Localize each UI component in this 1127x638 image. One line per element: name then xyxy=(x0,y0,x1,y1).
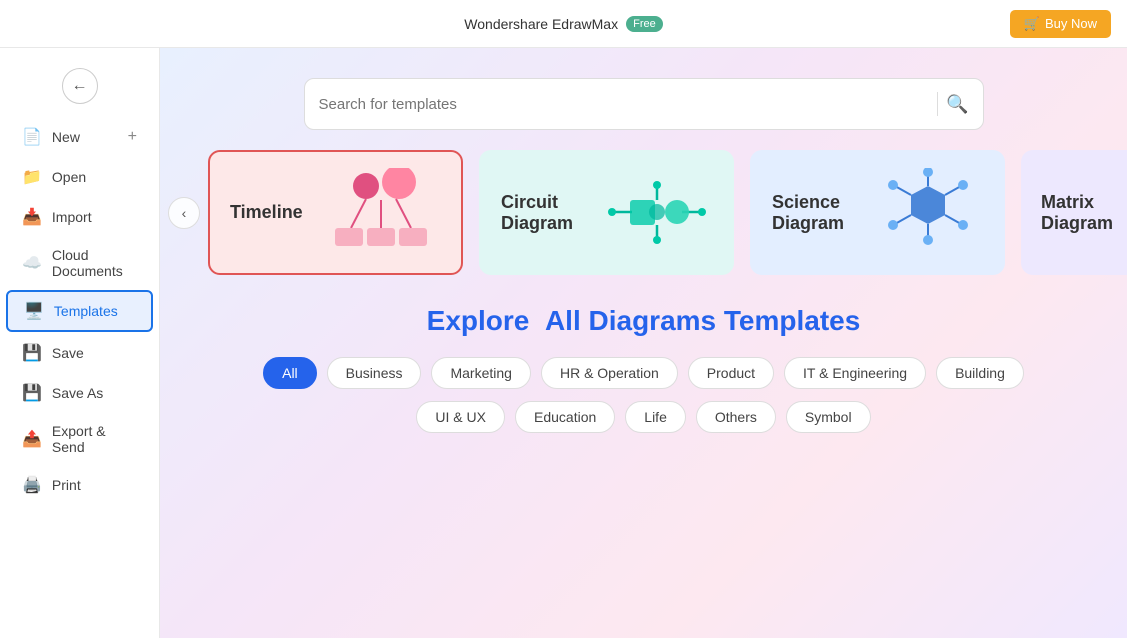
carousel-prev-button[interactable]: ‹ xyxy=(168,197,200,229)
sidebar-item-new-label: New xyxy=(52,129,80,145)
sidebar-item-open-label: Open xyxy=(52,169,86,185)
sidebar-item-export[interactable]: 📤 Export & Send xyxy=(6,414,153,464)
carousel-area: ‹ Timeline xyxy=(160,150,1127,295)
explore-title-highlight: All Diagrams Templates xyxy=(545,305,860,336)
filter-hr[interactable]: HR & Operation xyxy=(541,357,678,389)
filter-building[interactable]: Building xyxy=(936,357,1024,389)
filter-all[interactable]: All xyxy=(263,357,317,389)
sidebar-item-cloud[interactable]: ☁️ Cloud Documents xyxy=(6,238,153,288)
science-card[interactable]: Science Diagram xyxy=(750,150,1005,275)
import-icon: 📥 xyxy=(22,207,42,227)
explore-section: Explore All Diagrams Templates All Busin… xyxy=(160,295,1127,465)
search-area: 🔍 xyxy=(160,48,1127,150)
new-icon: 📄 xyxy=(22,127,42,147)
filter-product[interactable]: Product xyxy=(688,357,774,389)
circuit-visual xyxy=(602,170,712,255)
search-icon[interactable]: 🔍 xyxy=(946,94,968,115)
circuit-card[interactable]: Circuit Diagram xyxy=(479,150,734,275)
buy-button[interactable]: 🛒 Buy Now xyxy=(1010,10,1111,38)
explore-title-static: Explore xyxy=(427,305,530,336)
filter-others[interactable]: Others xyxy=(696,401,776,433)
plus-icon: + xyxy=(128,128,137,146)
app-name: Wondershare EdrawMax xyxy=(464,16,618,32)
sidebar: ← 📄 New + 📁 Open 📥 Import ☁️ Cloud Docum… xyxy=(0,48,160,638)
main-layout: ← 📄 New + 📁 Open 📥 Import ☁️ Cloud Docum… xyxy=(0,48,1127,638)
matrix-card[interactable]: Matrix Diagram xyxy=(1021,150,1127,275)
sidebar-item-templates[interactable]: 🖥️ Templates xyxy=(6,290,153,332)
sidebar-item-print-label: Print xyxy=(52,477,81,493)
sidebar-item-save-label: Save xyxy=(52,345,84,361)
sidebar-item-import-label: Import xyxy=(52,209,92,225)
templates-icon: 🖥️ xyxy=(24,301,44,321)
filter-symbol[interactable]: Symbol xyxy=(786,401,871,433)
sidebar-item-saveas-label: Save As xyxy=(52,385,103,401)
filter-education[interactable]: Education xyxy=(515,401,615,433)
carousel-items: Timeline xyxy=(208,150,1127,275)
filter-row-1: All Business Marketing HR & Operation Pr… xyxy=(200,357,1087,389)
filter-it[interactable]: IT & Engineering xyxy=(784,357,926,389)
content-area: 🔍 ‹ Timeline xyxy=(160,48,1127,638)
timeline-card[interactable]: Timeline xyxy=(208,150,463,275)
timeline-label: Timeline xyxy=(230,202,303,223)
science-visual xyxy=(873,168,983,258)
open-icon: 📁 xyxy=(22,167,42,187)
sidebar-item-saveas[interactable]: 💾 Save As xyxy=(6,374,153,412)
timeline-visual xyxy=(321,168,441,258)
print-icon: 🖨️ xyxy=(22,475,42,495)
search-divider xyxy=(937,92,938,116)
buy-label: Buy Now xyxy=(1045,16,1097,31)
sidebar-item-save[interactable]: 💾 Save xyxy=(6,334,153,372)
filter-row-2: UI & UX Education Life Others Symbol xyxy=(200,401,1087,433)
search-box: 🔍 xyxy=(304,78,984,130)
sidebar-item-new[interactable]: 📄 New + xyxy=(6,118,153,156)
filter-business[interactable]: Business xyxy=(327,357,422,389)
sidebar-item-print[interactable]: 🖨️ Print xyxy=(6,466,153,504)
filter-life[interactable]: Life xyxy=(625,401,686,433)
sidebar-item-cloud-label: Cloud Documents xyxy=(52,247,137,279)
filter-marketing[interactable]: Marketing xyxy=(431,357,530,389)
sidebar-item-export-label: Export & Send xyxy=(52,423,137,455)
back-button[interactable]: ← xyxy=(62,68,98,104)
search-input[interactable] xyxy=(319,96,930,113)
science-label: Science Diagram xyxy=(772,192,873,234)
sidebar-item-templates-label: Templates xyxy=(54,303,118,319)
cloud-icon: ☁️ xyxy=(22,253,42,273)
filter-ui[interactable]: UI & UX xyxy=(416,401,505,433)
matrix-label: Matrix Diagram xyxy=(1041,192,1127,234)
free-badge: Free xyxy=(626,16,663,32)
save-icon: 💾 xyxy=(22,343,42,363)
saveas-icon: 💾 xyxy=(22,383,42,403)
explore-title: Explore All Diagrams Templates xyxy=(200,305,1087,337)
app-title: Wondershare EdrawMax Free xyxy=(464,16,662,32)
topbar: Wondershare EdrawMax Free 🛒 Buy Now xyxy=(0,0,1127,48)
sidebar-item-import[interactable]: 📥 Import xyxy=(6,198,153,236)
circuit-label: Circuit Diagram xyxy=(501,192,602,234)
export-icon: 📤 xyxy=(22,429,42,449)
sidebar-item-open[interactable]: 📁 Open xyxy=(6,158,153,196)
